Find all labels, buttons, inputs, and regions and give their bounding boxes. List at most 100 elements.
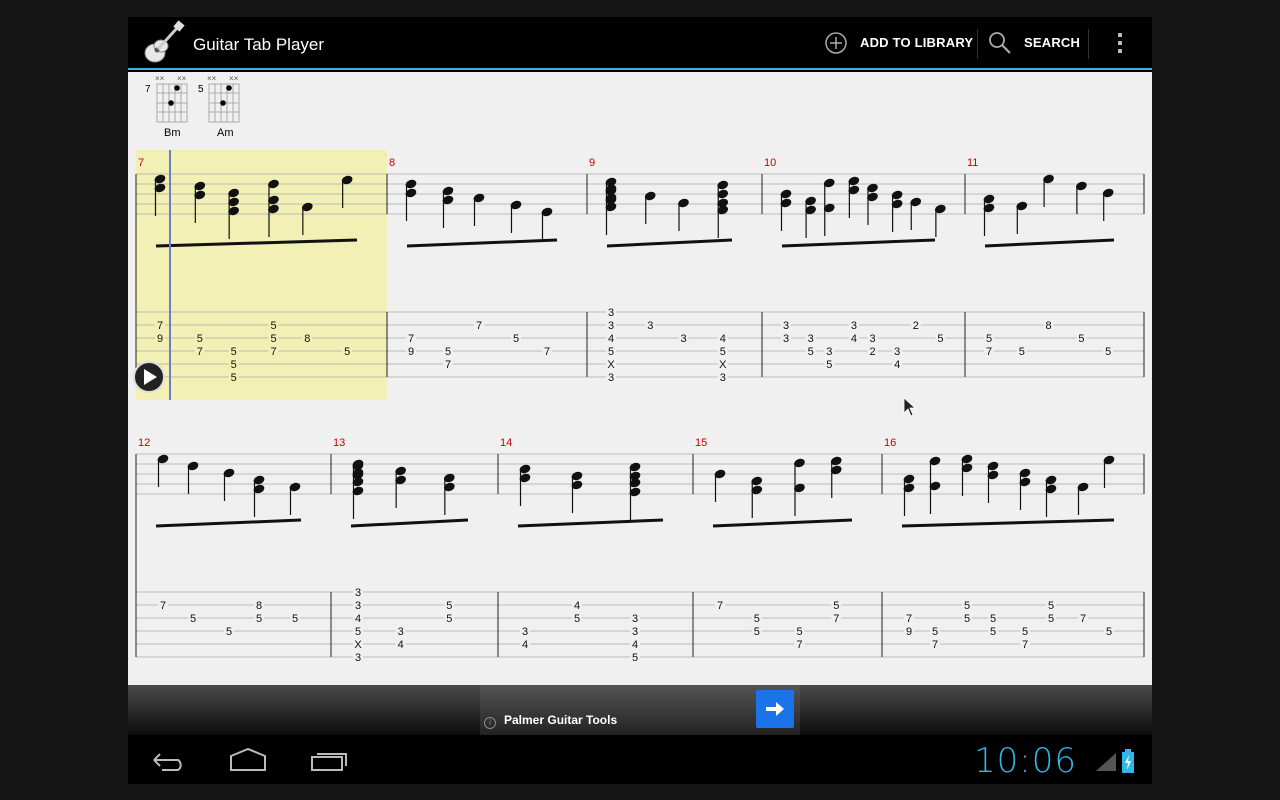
note-column[interactable]: 3345X3: [351, 458, 364, 664]
note-column[interactable]: 8: [1042, 173, 1055, 332]
note-column[interactable]: 3: [644, 190, 657, 332]
fret-number: 5: [445, 346, 451, 358]
fret-number: 3: [355, 587, 361, 599]
measure[interactable]: 93345X333 45X3: [586, 157, 733, 384]
measure[interactable]: 143445 3345: [497, 437, 664, 664]
note-column[interactable]: 34: [847, 175, 860, 345]
fret-number: 7: [544, 346, 550, 358]
add-to-library-button[interactable]: ADD TO LIBRARY: [824, 17, 973, 68]
note-column[interactable]: 3345X3: [604, 176, 617, 384]
note-column[interactable]: 79: [902, 473, 915, 638]
fret-number: 7: [160, 600, 166, 612]
fret-number: 3: [355, 652, 361, 664]
note-column[interactable]: 55: [1044, 474, 1057, 625]
fret-number: 5: [1078, 333, 1084, 345]
note-column[interactable]: 85: [252, 474, 265, 625]
note-column[interactable]: 5: [288, 481, 301, 625]
fret-number: 4: [398, 639, 404, 651]
tablature-canvas[interactable]: 7 ×× ×× Bm 5 ×× ×× Am 779 57 55555785879…: [128, 72, 1152, 685]
note-column[interactable]: 57: [441, 185, 454, 371]
ad-banner[interactable]: i Palmer Guitar Tools: [480, 685, 800, 735]
fret-number: 5: [513, 333, 519, 345]
note-column[interactable]: 7: [1076, 481, 1089, 625]
fret-number: 8: [304, 333, 310, 345]
ad-text[interactable]: Palmer Guitar Tools: [504, 713, 617, 727]
svg-text:××: ××: [229, 74, 239, 83]
measure[interactable]: 879 57757: [386, 157, 558, 377]
recent-apps-icon[interactable]: [298, 743, 358, 777]
measure[interactable]: 1033 35 3534 32 3425: [761, 157, 947, 377]
search-button[interactable]: SEARCH: [988, 17, 1080, 68]
fret-number: 5: [754, 626, 760, 638]
measure[interactable]: 1157 5855: [964, 157, 1145, 377]
arrow-right-icon[interactable]: [756, 690, 794, 728]
note-column[interactable]: 79: [404, 178, 417, 358]
back-icon[interactable]: [138, 743, 198, 777]
measure[interactable]: 15755 5757: [692, 437, 853, 657]
note-column[interactable]: 34: [891, 189, 904, 371]
note-column[interactable]: 34: [518, 463, 531, 651]
fret-number: 3: [647, 320, 653, 332]
measure-number: 16: [884, 437, 896, 449]
overflow-menu-icon[interactable]: [1106, 27, 1134, 59]
note-column[interactable]: 5: [1102, 187, 1115, 358]
note-column[interactable]: 57: [982, 193, 995, 358]
note-column[interactable]: 7: [156, 453, 169, 612]
info-icon[interactable]: i: [484, 717, 496, 729]
fret-number: 5: [1048, 613, 1054, 625]
note-column[interactable]: 35: [804, 195, 817, 358]
guitar-icon[interactable]: [140, 19, 188, 67]
note-column[interactable]: 5: [1015, 200, 1028, 358]
tab-row: 1275585 5133345X33455143445 334515755 57571…: [135, 437, 1145, 664]
note-column[interactable]: 7: [472, 192, 485, 332]
beam: [517, 518, 664, 528]
note-column[interactable]: 32: [866, 182, 879, 358]
note-column[interactable]: 55: [986, 460, 999, 638]
fret-number: 5: [1019, 346, 1025, 358]
fret-number: 5: [720, 346, 726, 358]
measure[interactable]: 133345X33455: [330, 437, 469, 664]
signal-icon: [1096, 753, 1116, 771]
note-column[interactable]: 5: [1102, 454, 1115, 638]
note-column[interactable]: 7: [540, 206, 553, 358]
fret-number: 3: [783, 333, 789, 345]
fret-number: 7: [445, 359, 451, 371]
note-column[interactable]: 5: [1075, 180, 1088, 345]
note-column[interactable]: 34: [394, 465, 407, 651]
fret-number: 5: [355, 626, 361, 638]
note-column[interactable]: 7: [713, 468, 726, 612]
measure[interactable]: 1275585 5: [135, 437, 302, 657]
note-column[interactable]: 57: [830, 455, 843, 625]
note-column[interactable]: 57: [793, 457, 806, 651]
measure-number: 15: [695, 437, 707, 449]
note-column[interactable]: 5: [222, 467, 235, 638]
note-column[interactable]: 5: [934, 203, 947, 345]
fret-number: 7: [476, 320, 482, 332]
note-column[interactable]: 5: [186, 460, 199, 625]
note-column[interactable]: 55: [443, 472, 456, 625]
fret-number: 8: [256, 600, 262, 612]
chord-name: Bm: [164, 127, 181, 139]
note-column[interactable]: 33: [779, 188, 792, 345]
note-column[interactable]: 35: [823, 177, 836, 371]
note-column[interactable]: 3345: [628, 461, 641, 664]
note-column[interactable]: 55: [960, 453, 973, 625]
note-column[interactable]: 3: [677, 197, 690, 345]
note-column[interactable]: 57: [928, 455, 941, 651]
fret-number: 3: [355, 600, 361, 612]
note-column[interactable]: 45X3: [716, 179, 729, 384]
tab-content[interactable]: 7 ×× ×× Bm 5 ×× ×× Am 7 7 9 5 7 5 5 5 5 …: [128, 72, 1152, 685]
note-column[interactable]: 57: [1018, 467, 1031, 651]
measure[interactable]: 1679 5755 55 5755 75: [881, 437, 1145, 657]
device-screen: Guitar Tab Player ADD TO LIBRARY SEARCH: [128, 17, 1152, 784]
fret-number: 5: [270, 333, 276, 345]
note-column[interactable]: 55: [750, 475, 763, 638]
system-nav-bar: 10:06: [128, 735, 1152, 784]
note-column[interactable]: 5: [509, 199, 522, 345]
measure-number: 8: [389, 157, 395, 169]
beam: [350, 518, 469, 528]
fret-number: 4: [894, 359, 900, 371]
play-button[interactable]: [133, 361, 165, 393]
note-column[interactable]: 45: [570, 470, 583, 625]
home-icon[interactable]: [218, 743, 278, 777]
